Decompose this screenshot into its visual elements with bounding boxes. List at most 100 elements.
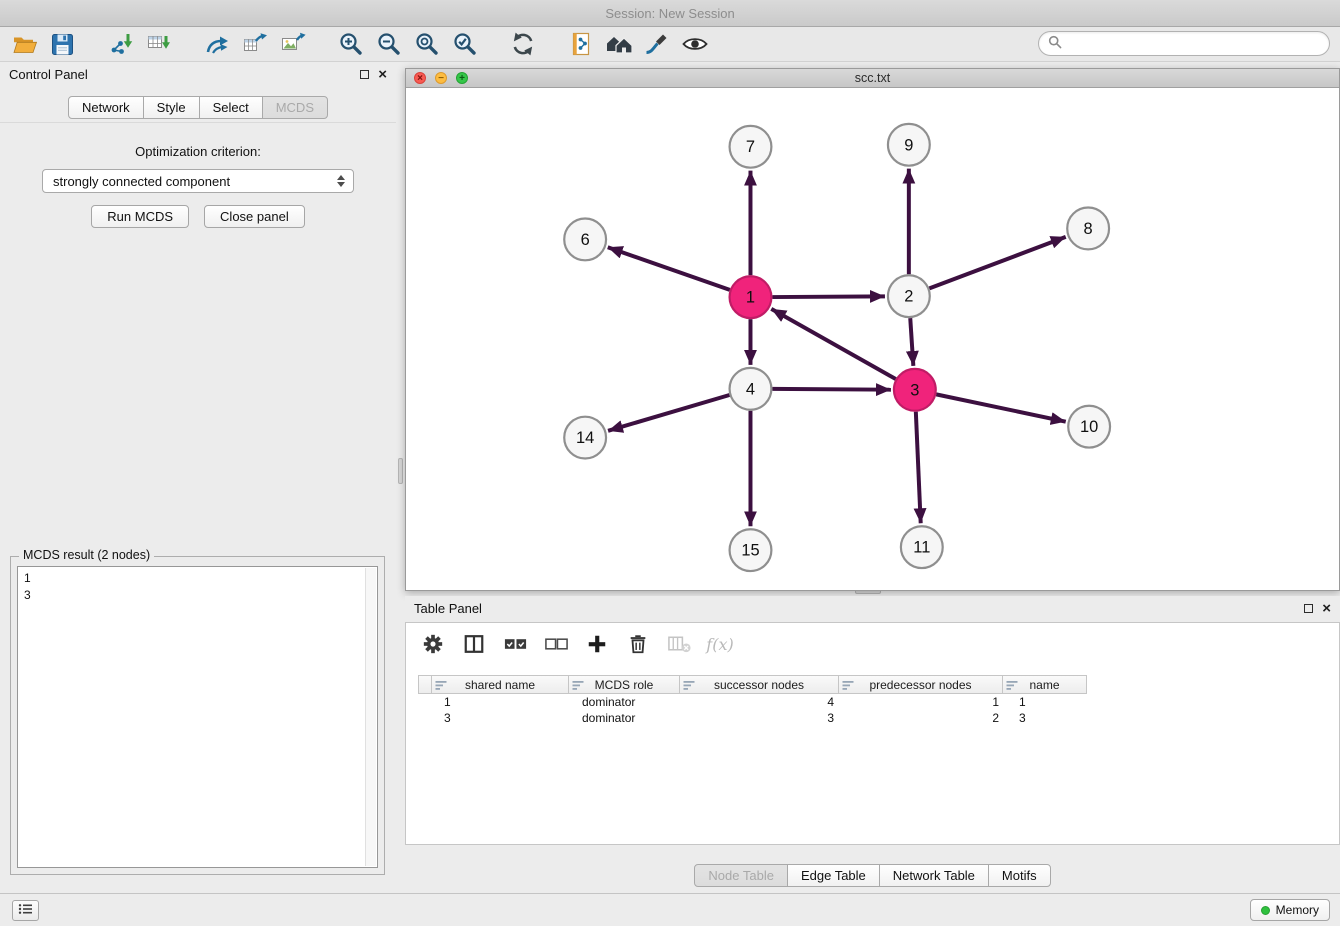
mcds-result-area[interactable]: 1 3: [17, 566, 378, 868]
close-window-icon[interactable]: ×: [414, 72, 426, 84]
table-cell[interactable]: 2: [848, 710, 1013, 726]
toolbar-group: [200, 29, 314, 59]
network-canvas-area[interactable]: 7 9 6 8 1 2 4 3 14 10 15 11: [406, 88, 1339, 590]
zoom-window-icon[interactable]: +: [456, 72, 468, 84]
column-header-predecessor-nodes[interactable]: predecessor nodes: [838, 675, 1003, 694]
table-cell[interactable]: 1: [438, 694, 576, 710]
import-table-icon[interactable]: [142, 29, 175, 59]
toolbar-group: [564, 29, 716, 59]
float-panel-icon[interactable]: [360, 70, 369, 79]
tab-style[interactable]: Style: [143, 96, 200, 119]
import-network-icon[interactable]: [104, 29, 137, 59]
node-4[interactable]: 4: [730, 368, 772, 410]
optimization-criterion-label: Optimization criterion:: [0, 144, 396, 159]
table-cell[interactable]: dominator: [576, 694, 688, 710]
zoom-selected-icon[interactable]: [448, 29, 481, 59]
table-body: 1dominator4113dominator323: [418, 694, 1339, 726]
node-7[interactable]: 7: [730, 126, 772, 168]
node-11[interactable]: 11: [901, 526, 943, 568]
vertical-splitter-handle[interactable]: [398, 458, 403, 484]
delete-icon[interactable]: [625, 631, 651, 657]
zoom-out-icon[interactable]: [372, 29, 405, 59]
tab-motifs[interactable]: Motifs: [988, 864, 1051, 887]
column-header-MCDS-role[interactable]: MCDS role: [568, 675, 680, 694]
export-image-icon[interactable]: [276, 29, 309, 59]
node-label: 2: [904, 288, 913, 306]
minimize-window-icon[interactable]: −: [435, 72, 447, 84]
toolbar-group: [8, 29, 84, 59]
node-label: 11: [913, 539, 930, 557]
edge-2-3[interactable]: [910, 318, 913, 366]
function-icon: f(x): [707, 631, 733, 657]
node-15[interactable]: 15: [730, 529, 772, 571]
columns-icon[interactable]: [461, 631, 487, 657]
open-session-icon[interactable]: [8, 29, 41, 59]
table-cell[interactable]: 1: [848, 694, 1013, 710]
edge-1-2[interactable]: [772, 296, 885, 297]
search-box[interactable]: [1038, 31, 1330, 56]
node-9[interactable]: 9: [888, 124, 930, 166]
edge-3-10[interactable]: [936, 394, 1065, 421]
memory-button[interactable]: Memory: [1250, 899, 1330, 921]
edge-1-6[interactable]: [608, 247, 730, 290]
node-10[interactable]: 10: [1068, 406, 1110, 448]
add-row-icon[interactable]: [584, 631, 610, 657]
node-14[interactable]: 14: [564, 417, 606, 459]
home-icon[interactable]: [602, 29, 635, 59]
search-input[interactable]: [1067, 37, 1320, 51]
column-header-shared-name[interactable]: shared name: [431, 675, 569, 694]
column-header-successor-nodes[interactable]: successor nodes: [679, 675, 839, 694]
run-mcds-button[interactable]: Run MCDS: [91, 205, 189, 228]
table-cell[interactable]: 3: [1013, 710, 1098, 726]
node-8[interactable]: 8: [1067, 208, 1109, 250]
criterion-dropdown[interactable]: strongly connected component: [42, 169, 354, 193]
table-row[interactable]: 1dominator411: [418, 694, 1339, 710]
close-panel-button[interactable]: Close panel: [204, 205, 305, 228]
mcds-result-title: MCDS result (2 nodes): [19, 548, 154, 562]
copy-network-icon[interactable]: [564, 29, 597, 59]
deselect-all-icon[interactable]: [543, 631, 569, 657]
tab-select[interactable]: Select: [199, 96, 263, 119]
table-area: f(x) shared nameMCDS rolesuccessor nodes…: [405, 622, 1340, 845]
tab-node-table[interactable]: Node Table: [694, 864, 788, 887]
tab-network-table[interactable]: Network Table: [879, 864, 989, 887]
list-menu-button[interactable]: [12, 900, 39, 921]
node-6[interactable]: 6: [564, 218, 606, 260]
edge-3-11[interactable]: [916, 412, 921, 524]
tab-edge-table[interactable]: Edge Table: [787, 864, 880, 887]
save-session-icon[interactable]: [46, 29, 79, 59]
eye-icon[interactable]: [678, 29, 711, 59]
table-cell[interactable]: dominator: [576, 710, 688, 726]
tab-network[interactable]: Network: [68, 96, 144, 119]
float-table-panel-icon[interactable]: [1304, 604, 1313, 613]
export-network-icon[interactable]: [200, 29, 233, 59]
zoom-fit-icon[interactable]: [410, 29, 443, 59]
export-table-icon[interactable]: [238, 29, 271, 59]
gear-icon[interactable]: [420, 631, 446, 657]
mcds-result-box: MCDS result (2 nodes) 1 3: [10, 556, 385, 875]
table-cell[interactable]: 1: [1013, 694, 1098, 710]
edge-2-8[interactable]: [929, 237, 1065, 288]
column-header-name[interactable]: name: [1002, 675, 1087, 694]
table-cell[interactable]: 3: [688, 710, 848, 726]
table-row[interactable]: 3dominator323: [418, 710, 1339, 726]
close-table-panel-icon[interactable]: ×: [1322, 601, 1331, 616]
zoom-in-icon[interactable]: [334, 29, 367, 59]
edge-4-14[interactable]: [608, 395, 729, 431]
close-panel-icon[interactable]: ×: [378, 67, 387, 82]
style-icon[interactable]: [640, 29, 673, 59]
table-cell[interactable]: 4: [688, 694, 848, 710]
tab-mcds[interactable]: MCDS: [262, 96, 328, 119]
result-scrollbar[interactable]: [365, 568, 376, 866]
node-1[interactable]: 1: [730, 276, 772, 318]
select-all-icon[interactable]: [502, 631, 528, 657]
control-panel-tabs: NetworkStyleSelectMCDS: [0, 96, 396, 119]
node-3[interactable]: 3: [894, 369, 936, 411]
refresh-icon[interactable]: [506, 29, 539, 59]
network-canvas[interactable]: 7 9 6 8 1 2 4 3 14 10 15 11: [406, 88, 1339, 590]
mcds-panel: Optimization criterion: strongly connect…: [0, 122, 396, 893]
table-cell[interactable]: 3: [438, 710, 576, 726]
edge-4-3[interactable]: [772, 389, 891, 390]
node-2[interactable]: 2: [888, 275, 930, 317]
edge-3-1[interactable]: [771, 309, 895, 379]
